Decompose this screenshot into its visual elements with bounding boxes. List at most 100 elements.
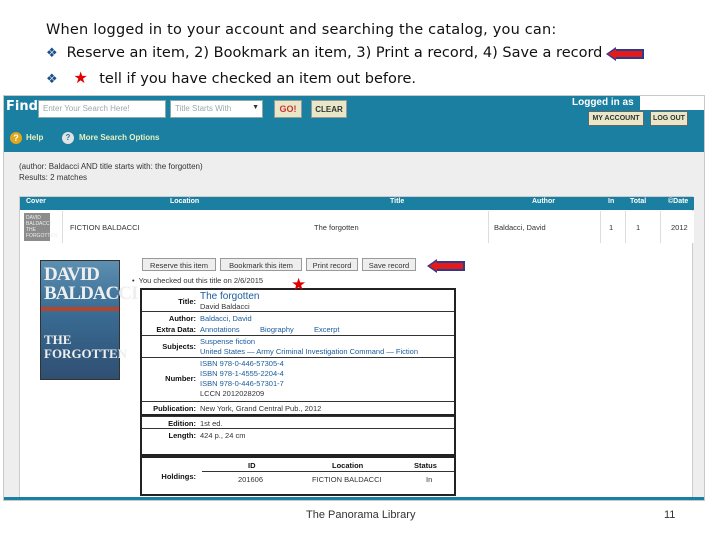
lccn-value: LCCN 2012028209 [200,389,265,398]
clear-button[interactable]: CLEAR [311,100,347,118]
record-subjects-row: Subjects: Suspense fiction United States… [142,336,454,358]
record-length-row: Length: 424 p., 24 cm [142,429,454,442]
holdings-location: FICTION BALDACCI [312,475,382,484]
col-location[interactable]: Location [170,198,199,205]
title-label: Title: [178,297,196,306]
slide-intro: When logged in to your account and searc… [46,22,557,38]
length-value: 424 p., 24 cm [200,431,246,440]
edition-value: 1st ed. [200,419,223,428]
print-record-button[interactable]: Print record [306,258,358,271]
cover-thumbnail-text: DAVID BALDACCI THE FORGOTTEN [26,215,58,239]
bullet-features: ❖ Reserve an item, 2) Bookmark an item, … [46,45,602,61]
annotations-link[interactable]: Annotations [200,325,240,334]
column-divider [488,211,489,243]
bookmark-item-button[interactable]: Bookmark this item [220,258,302,271]
holdings-col-id: ID [248,461,256,470]
record-title: The forgotten [200,291,260,302]
edition-label: Edition: [168,419,196,428]
footer-library-name: The Panorama Library [306,509,416,521]
help-link[interactable]: Help [26,133,43,142]
row-date: 2012 [671,223,688,232]
record-detail: Title: The forgotten David Baldacci Auth… [140,288,456,416]
record-statement: David Baldacci [200,302,250,311]
isbn-link[interactable]: ISBN 978-0-446-57301-7 [200,379,284,388]
author-label: Author: [168,314,196,323]
holdings-table: Holdings: ID Location Status 201606 FICT… [140,456,456,496]
record-edition-row: Edition: 1st ed. [142,416,454,429]
isbn-link[interactable]: ISBN 978-1-4555-2204-4 [200,369,284,378]
bullet-features-text: Reserve an item, 2) Bookmark an item, 3)… [66,45,603,61]
holdings-status: In [426,475,433,484]
chevron-down-icon: ▼ [252,104,259,111]
cover-thumbnail[interactable]: DAVID BALDACCI THE FORGOTTEN [24,213,57,241]
results-table: Cover Location Title Author In Total ©Da… [19,196,694,500]
row-location: FICTION BALDACCI [70,223,140,232]
go-button[interactable]: GO! [274,100,302,118]
biography-link[interactable]: Biography [260,325,294,334]
holdings-id: 201606 [238,475,264,484]
find-bar-notch [640,96,704,110]
checked-out-note: • You checked out this title on 2/6/2015 [132,276,263,285]
page-number: 11 [664,509,676,521]
excerpt-link[interactable]: Excerpt [314,325,339,334]
record-author-link[interactable]: Baldacci, David [200,314,252,323]
publication-label: Publication: [153,404,196,413]
question-icon[interactable]: ? [62,132,74,144]
column-divider [62,211,63,243]
logged-in-label: Logged in as [572,97,634,108]
book-cover-title: THE FORGOTTEN [44,332,128,361]
log-out-button[interactable]: LOG OUT [650,111,688,126]
diamond-bullet-icon: ❖ [46,72,58,87]
col-total[interactable]: Total [630,198,646,205]
holdings-col-status: Status [414,461,437,470]
extra-data-label: Extra Data: [156,325,196,334]
holdings-label: Holdings: [161,472,196,481]
row-in: 1 [609,223,614,232]
search-type-value: Title Starts With [175,104,232,113]
column-divider [625,211,626,243]
col-cover[interactable]: Cover [26,198,46,205]
publication-value: New York, Grand Central Pub., 2012 [200,404,322,413]
record-detail-extra: Edition: 1st ed. Length: 424 p., 24 cm [140,416,456,456]
length-label: Length: [168,431,197,440]
results-count: Results: 2 matches [19,173,88,182]
holdings-col-location: Location [332,461,364,470]
search-query-summary: (author: Baldacci AND title starts with:… [19,162,203,171]
col-date[interactable]: ©Date [668,198,688,205]
search-type-select[interactable]: Title Starts With ▼ [170,100,263,118]
checked-out-text: You checked out this title on 2/6/2015 [138,276,264,285]
bullet-checked-out: ❖ ★ tell if you have checked an item out… [46,68,416,87]
record-author-row: Author: Baldacci, David Extra Data: Anno… [142,312,454,336]
subject-link[interactable]: United States — Army Criminal Investigat… [200,347,418,356]
number-label: Number: [165,374,196,383]
row-title[interactable]: The forgotten [314,223,359,232]
subject-link[interactable]: Suspense fiction [200,337,255,346]
search-input[interactable]: Enter Your Search Here! [38,100,166,118]
col-in[interactable]: In [608,198,614,205]
red-star-icon: ★ [291,275,307,294]
column-divider [600,211,601,243]
record-publication-row: Publication: New York, Grand Central Pub… [142,402,454,415]
row-author: Baldacci, David [494,223,546,232]
col-author[interactable]: Author [532,198,555,205]
diamond-bullet-icon: ❖ [46,46,58,61]
book-cover-author: DAVID BALDACCI [44,264,138,304]
col-title[interactable]: Title [390,198,404,205]
checked-out-bullet: • [132,276,135,285]
record-number-row: Number: ISBN 978-0-446-57305-4 ISBN 978-… [142,358,454,402]
footer-strip [4,497,704,500]
column-divider [660,211,661,243]
save-record-button[interactable]: Save record [362,258,416,271]
bullet-checked-out-text: tell if you have checked an item out bef… [99,71,417,87]
reserve-item-button[interactable]: Reserve this item [142,258,216,271]
more-search-options-link[interactable]: More Search Options [79,133,159,142]
subjects-label: Subjects: [162,342,196,351]
isbn-link[interactable]: ISBN 978-0-446-57305-4 [200,359,284,368]
red-star-icon: ★ [73,68,88,87]
row-total: 1 [636,223,641,232]
red-arrow-icon [606,47,644,61]
table-row[interactable]: DAVID BALDACCI THE FORGOTTEN FICTION BAL… [20,211,694,243]
book-cover-image: DAVID BALDACCI THE FORGOTTEN [40,260,138,380]
my-account-button[interactable]: MY ACCOUNT [588,111,644,126]
help-icon[interactable]: ? [10,132,22,144]
